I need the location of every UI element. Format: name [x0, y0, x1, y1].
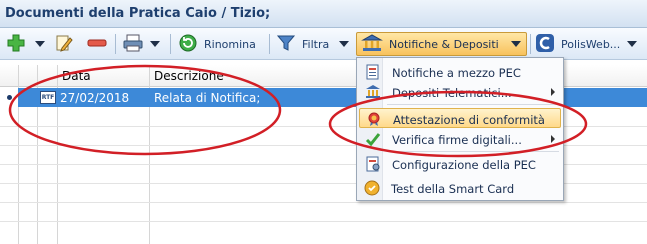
filtra-dropdown-button[interactable]: [339, 32, 349, 56]
add-dropdown-button[interactable]: [35, 32, 45, 56]
toolbar-separator: [269, 34, 270, 54]
chevron-down-icon: [339, 41, 349, 47]
menu-item-label: Test della Smart Card: [391, 182, 515, 196]
menu-item-label: Depositi Telematici...: [392, 86, 512, 100]
minus-icon: [86, 33, 108, 56]
filtra-label: Filtra: [302, 37, 330, 51]
menu-item-label: Attestazione di conformità: [393, 113, 545, 127]
menu-item-test-smart-card[interactable]: Test della Smart Card: [358, 178, 560, 198]
bank-building-icon: [361, 33, 383, 56]
filtra-button[interactable]: Filtra: [276, 32, 329, 56]
printer-icon: [122, 33, 144, 56]
chevron-down-icon: [35, 41, 45, 47]
checkmark-icon: [365, 131, 381, 147]
polisweb-label: PolisWeb...: [561, 37, 621, 51]
menu-item-attestazione-conformita[interactable]: Attestazione di conformità: [359, 108, 561, 128]
menu-separator: [387, 151, 559, 152]
pec-document-icon: [365, 64, 381, 80]
polisweb-dropdown-button[interactable]: [627, 32, 637, 56]
row-descrizione-cell: Relata di Notifica;: [154, 91, 261, 105]
rtf-file-icon: RTF: [40, 91, 56, 104]
smart-card-icon: [364, 180, 380, 196]
row-divider: [0, 202, 647, 203]
polisweb-button[interactable]: PolisWeb...: [535, 32, 620, 56]
rinomina-label: Rinomina: [204, 37, 256, 51]
edit-button[interactable]: [54, 32, 74, 56]
toolbar-separator: [530, 34, 531, 54]
delete-button[interactable]: [86, 32, 108, 56]
pec-settings-icon: [365, 156, 381, 172]
menu-separator: [387, 104, 559, 105]
column-header-descrizione[interactable]: Descrizione: [154, 69, 224, 83]
row-indicator-icon: [7, 95, 12, 100]
chevron-down-icon: [150, 41, 160, 47]
menu-item-configurazione-pec[interactable]: Configurazione della PEC: [359, 154, 561, 174]
menu-item-depositi-telematici[interactable]: Depositi Telematici...: [359, 82, 561, 102]
notifiche-depositi-button[interactable]: Notifiche & Depositi: [356, 32, 527, 56]
menu-item-verifica-firme[interactable]: Verifica firme digitali...: [359, 129, 561, 149]
rinomina-button[interactable]: Rinomina: [178, 32, 256, 56]
menu-item-label: Configurazione della PEC: [392, 158, 536, 172]
window-title: Documenti della Pratica Caio / Tizio;: [5, 6, 271, 21]
toolbar-separator: [115, 34, 116, 54]
pencil-icon: [54, 33, 74, 56]
row-divider: [0, 221, 647, 222]
print-button[interactable]: [122, 32, 144, 56]
menu-item-label: Verifica firme digitali...: [392, 133, 522, 147]
add-button[interactable]: [6, 32, 26, 56]
polisweb-logo-icon: [535, 33, 555, 56]
toolbar: Rinomina Filtra Notifiche & Depositi Pol…: [0, 28, 647, 60]
refresh-icon: [178, 33, 198, 56]
chevron-down-icon: [510, 41, 521, 47]
row-data-cell: 27/02/2018: [60, 91, 130, 105]
chevron-down-icon: [627, 41, 637, 47]
print-dropdown-button[interactable]: [150, 32, 160, 56]
menu-item-label: Notifiche a mezzo PEC: [392, 66, 521, 80]
bank-building-icon: [365, 84, 381, 100]
menu-item-notifiche-pec[interactable]: Notifiche a mezzo PEC: [359, 62, 561, 82]
submenu-arrow-icon: [551, 88, 555, 96]
plus-icon: [6, 33, 26, 56]
submenu-arrow-icon: [551, 135, 555, 143]
funnel-icon: [276, 33, 296, 56]
window-titlebar: Documenti della Pratica Caio / Tizio;: [0, 0, 647, 28]
notifiche-depositi-label: Notifiche & Depositi: [389, 37, 499, 51]
toolbar-separator: [170, 34, 171, 54]
seal-badge-icon: [366, 111, 382, 127]
column-header-data[interactable]: Data: [62, 69, 91, 83]
